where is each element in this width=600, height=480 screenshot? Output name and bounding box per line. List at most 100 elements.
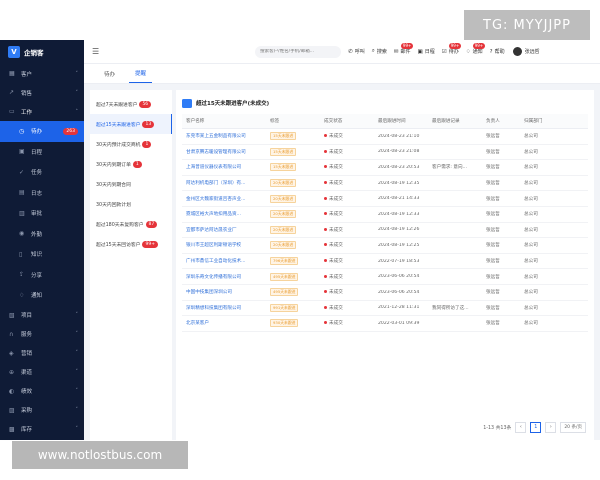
filter-item[interactable]: 30天内到期合同 <box>90 174 172 194</box>
count-badge: 1 <box>142 140 152 148</box>
status-text: 未成交 <box>329 196 343 202</box>
sidebar-item-3[interactable]: ⊕ 渠道 ˅ <box>0 363 84 382</box>
customer-name-link[interactable]: 上海普道仪器仪表有限公司 <box>186 164 270 170</box>
table-row[interactable]: 银川市王超区利斯顿语学校 20天未跟进 未成交 2024-08-19 12:25 张远哲… <box>182 238 588 254</box>
table-row[interactable]: 广州市鼎信工业自动化技术... 796天未跟进 未成交 2022-07-19 18:5… <box>182 254 588 270</box>
status-dot-icon <box>324 181 327 185</box>
sub-item-0[interactable]: ◷ 待办 263 <box>0 121 84 142</box>
table-row[interactable]: 宜都市萨达阿达晟农业厂 20天未跟进 未成交 2024-08-19 12:26 张远哲 总… <box>182 223 588 239</box>
sub-item-7[interactable]: ⇪ 分享 <box>0 265 84 286</box>
customer-name-link[interactable]: 宜都市萨达阿达晟农业厂 <box>186 227 270 233</box>
sub-item-3[interactable]: ▤ 日志 <box>0 183 84 204</box>
filter-item[interactable]: 超过15天未回访客户 99+ <box>90 234 172 254</box>
customer-name-link[interactable]: 金州区大魏家街道吕杏声业... <box>186 196 270 202</box>
project-icon: ▧ <box>9 311 15 319</box>
table-row[interactable]: 甘肃京腾志暖设管理有限公司 15天未跟进 未成交 2024-08-23 21:08 张远… <box>182 145 588 161</box>
task-icon: ✓ <box>19 168 25 176</box>
sidebar-item-1[interactable]: ∩ 服务 ˅ <box>0 325 84 344</box>
nav-label: 分享 <box>31 272 43 279</box>
department: 总公司 <box>524 149 538 155</box>
filter-label: 超过15天未跟进客户 <box>96 122 141 128</box>
top-action-6[interactable]: ? 帮助 <box>490 48 505 56</box>
owner: 张远哲 <box>486 149 500 155</box>
owner: 张远哲 <box>486 259 500 265</box>
table-row[interactable]: 霓城区裕大声地扣用品资... 20天未跟进 未成交 2024-08-19 12:33 张… <box>182 207 588 223</box>
top-action-3[interactable]: ▣ 日程 <box>418 48 435 56</box>
sub-item-4[interactable]: ▥ 审批 <box>0 203 84 224</box>
avatar[interactable] <box>512 47 522 56</box>
sidebar-item-4[interactable]: ◐ 绩效 ˅ <box>0 382 84 401</box>
watermark-top: TG: MYYJJPP <box>464 10 590 40</box>
filter-item[interactable]: 超过180天未复购客户 87 <box>90 214 172 234</box>
filter-item[interactable]: 超过15天未跟进客户 13 <box>90 114 172 134</box>
table-row[interactable]: 金州区大魏家街道吕杏声业... 20天未跟进 未成交 2024-08-21 14:33… <box>182 191 588 207</box>
status-dot-icon <box>324 227 327 231</box>
filter-label: 超过180天未复购客户 <box>96 222 144 228</box>
customer-name-link[interactable]: 北京某客户 <box>186 320 270 326</box>
table-row[interactable]: 上海普道仪器仪表有限公司 15天未跟进 未成交 2024-08-23 20:53 客户需… <box>182 160 588 176</box>
sidebar-item-0[interactable]: ▦ 客户 ˅ <box>0 64 84 83</box>
owner: 张远哲 <box>486 212 500 218</box>
customer-name-link[interactable]: 阿达利机电部门（深圳）有... <box>186 180 270 186</box>
sub-item-8[interactable]: ♢ 通知 <box>0 285 84 306</box>
status-cell: 未成交 <box>324 289 378 295</box>
table-row[interactable]: 东莞市某上五金制品有限公司 15天未跟进 未成交 2024-08-23 21:10 张远… <box>182 129 588 145</box>
sidebar-item-1[interactable]: ↗ 销售 ˅ <box>0 83 84 102</box>
top-action-4[interactable]: ☑ 待办 99+ <box>442 43 462 55</box>
customer-name-link[interactable]: 银川市王超区利斯顿语学校 <box>186 242 270 248</box>
page-size-select[interactable]: 20 条/页 <box>560 421 586 433</box>
status-dot-icon <box>324 165 327 169</box>
customer-name-link[interactable]: 中国中技集团深圳公司 <box>186 289 270 295</box>
customer-name-link[interactable]: 东莞市某上五金制品有限公司 <box>186 133 270 139</box>
sub-item-6[interactable]: ▯ 知识 <box>0 244 84 265</box>
table-row[interactable]: 北京某客户 930天未跟进 未成交 2022-03-01 09:39 张远哲 总公司 <box>182 316 588 332</box>
page-button[interactable]: 1 <box>530 421 542 433</box>
sidebar-item-5[interactable]: ▨ 采购 ˅ <box>0 401 84 420</box>
search-input[interactable] <box>260 49 331 54</box>
filter-item[interactable]: 30天内回款计划 <box>90 194 172 214</box>
menu-toggle-icon[interactable]: ☰ <box>92 47 99 56</box>
user-name[interactable]: 张远哲 <box>525 48 540 55</box>
table-row[interactable]: 深圳乐奇文化传播有限公司 495天未跟进 未成交 2023-06-06 20:54 张远… <box>182 269 588 285</box>
tag-cell: 991天未跟进 <box>270 303 324 312</box>
sidebar-item-6[interactable]: ▩ 库存 ˅ <box>0 420 84 439</box>
last-follow-time: 2024-08-23 21:08 <box>378 149 420 155</box>
nav-label: 日志 <box>31 190 43 197</box>
last-follow-time: 2024-08-21 14:33 <box>378 196 420 202</box>
chevron-down-icon: ˅ <box>75 312 79 318</box>
sub-item-1[interactable]: ▣ 日程 <box>0 142 84 163</box>
top-action-1[interactable]: ⌕ 搜索 <box>372 48 387 55</box>
sidebar-item-2[interactable]: ▭ 工作 ˄ <box>0 102 84 121</box>
prev-page-button[interactable]: ‹ <box>515 421 527 433</box>
customer-name-link[interactable]: 甘肃京腾志暖设管理有限公司 <box>186 149 270 155</box>
customer-name-link[interactable]: 深圳精想科技集团有限公司 <box>186 305 270 311</box>
sidebar-item-2[interactable]: ◈ 营销 ˅ <box>0 344 84 363</box>
filter-item[interactable]: 超过7天未跟进客户 56 <box>90 94 172 114</box>
customer-name-link[interactable]: 霓城区裕大声地扣用品资... <box>186 211 270 217</box>
status-cell: 未成交 <box>324 227 378 233</box>
tab-0[interactable]: 待办 <box>98 70 121 83</box>
global-search[interactable] <box>255 45 342 58</box>
status-text: 未成交 <box>329 243 343 249</box>
status-text: 未成交 <box>329 149 343 155</box>
sub-item-2[interactable]: ✓ 任务 <box>0 162 84 183</box>
sidebar-item-0[interactable]: ▧ 项目 ˅ <box>0 306 84 325</box>
filter-item[interactable]: 30天内预计成交商机 1 <box>90 134 172 154</box>
tab-1[interactable]: 提醒 <box>129 69 153 83</box>
sub-item-5[interactable]: ◉ 外勤 <box>0 224 84 245</box>
top-action-0[interactable]: ✆ 呼叫 <box>348 48 365 56</box>
count-badge: 56 <box>139 100 152 108</box>
table-row[interactable]: 深圳精想科技集团有限公司 991天未跟进 未成交 2021-12-28 11:31 我同… <box>182 301 588 317</box>
next-page-button[interactable]: › <box>545 421 557 433</box>
filter-item[interactable]: 30天内到期订单 1 <box>90 154 172 174</box>
brand[interactable]: V 企销客 <box>0 40 84 64</box>
table-row[interactable]: 阿达利机电部门（深圳）有... 20天未跟进 未成交 2024-08-19 12:35… <box>182 176 588 192</box>
department: 总公司 <box>524 321 538 327</box>
top-action-2[interactable]: ✉ 邮件 99+ <box>394 43 414 55</box>
top-action-5[interactable]: ♢ 通知 99+ <box>466 43 486 55</box>
table-row[interactable]: 中国中技集团深圳公司 495天未跟进 未成交 2023-06-06 20:54 张远哲 总… <box>182 285 588 301</box>
status-text: 未成交 <box>329 305 343 311</box>
customer-name-link[interactable]: 广州市鼎信工业自动化技术... <box>186 258 270 264</box>
content: 超过7天未跟进客户 56 超过15天未跟进客户 13 30天内预计成交商机 1 30天内到期… <box>84 84 600 440</box>
customer-name-link[interactable]: 深圳乐奇文化传播有限公司 <box>186 274 270 280</box>
